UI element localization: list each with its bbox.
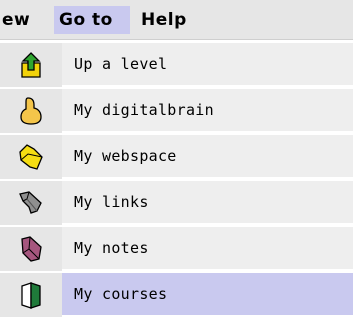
menu-item-label: My links xyxy=(62,181,353,225)
menu-help[interactable]: Help xyxy=(137,6,191,34)
notes-icon xyxy=(0,227,62,271)
menu-item-label: Up a level xyxy=(62,43,353,87)
menu-item-my-notes[interactable]: My notes xyxy=(0,227,353,271)
menu-view[interactable]: ew xyxy=(0,6,34,34)
go-to-dropdown: Up a level My digitalbrain My webspace M… xyxy=(0,43,353,324)
menu-item-my-courses[interactable]: My courses xyxy=(0,273,353,317)
up-level-icon xyxy=(0,43,62,87)
menu-go-to[interactable]: Go to xyxy=(54,6,130,34)
courses-icon xyxy=(0,273,62,317)
menu-item-label: My webspace xyxy=(62,135,353,179)
links-icon xyxy=(0,181,62,225)
brain-icon xyxy=(0,89,62,133)
menu-item-up-a-level[interactable]: Up a level xyxy=(0,43,353,87)
menu-item-my-webspace[interactable]: My webspace xyxy=(0,135,353,179)
menubar: ew Go to Help xyxy=(0,0,353,40)
folder-icon xyxy=(0,135,62,179)
menu-item-my-links[interactable]: My links xyxy=(0,181,353,225)
menu-item-label: My digitalbrain xyxy=(62,89,353,133)
menu-item-label: My courses xyxy=(62,273,353,317)
menu-item-my-digitalbrain[interactable]: My digitalbrain xyxy=(0,89,353,133)
menu-item-label: My notes xyxy=(62,227,353,271)
